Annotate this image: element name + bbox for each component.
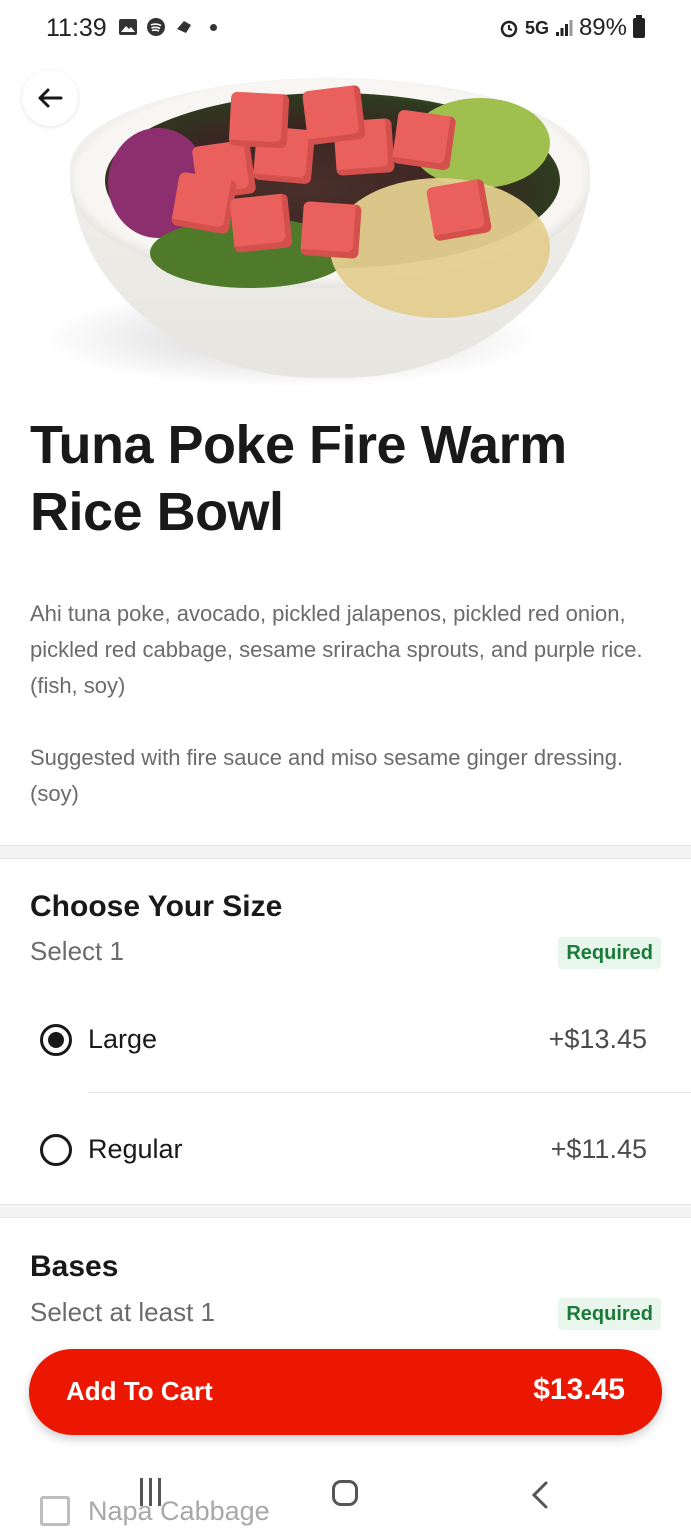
home-icon[interactable] — [332, 1480, 358, 1506]
battery-icon — [633, 15, 645, 38]
section-divider — [0, 845, 691, 859]
network-type: 5G — [524, 17, 549, 38]
tuna-cube — [300, 201, 362, 259]
required-badge: Required — [558, 937, 661, 969]
product-title: Tuna Poke Fire Warm Rice Bowl — [30, 415, 567, 542]
alarm-icon — [500, 20, 518, 38]
size-section-subtitle: Select 1 — [30, 936, 124, 966]
tuna-cube — [425, 178, 493, 242]
section-divider — [0, 1204, 691, 1218]
option-price: +$13.45 — [548, 1024, 647, 1054]
napa-cabbage-checkbox[interactable] — [40, 1496, 70, 1526]
description-paragraph: Ahi tuna poke, avocado, pickled jalapeno… — [30, 601, 643, 698]
size-section-title: Choose Your Size — [30, 890, 283, 923]
recent-apps-icon[interactable] — [140, 1478, 168, 1506]
option-price: +$11.45 — [550, 1134, 647, 1164]
product-image — [0, 58, 691, 390]
option-label: Regular — [88, 1134, 183, 1164]
tuna-cube — [228, 91, 290, 149]
status-bar: 11:39 5G 89% — [0, 0, 691, 58]
add-to-cart-label: Add To Cart — [66, 1376, 213, 1406]
tuna-cube — [391, 109, 457, 171]
product-description: Ahi tuna poke, avocado, pickled jalapeno… — [30, 596, 660, 812]
cart-total-price: $13.45 — [533, 1373, 625, 1406]
status-time: 11:39 — [46, 14, 107, 42]
required-badge: Required — [558, 1298, 661, 1330]
chevron-left-icon[interactable] — [530, 1480, 550, 1510]
option-label: Large — [88, 1024, 158, 1054]
description-paragraph: Suggested with fire sauce and miso sesam… — [30, 745, 624, 806]
row-separator — [88, 1092, 691, 1093]
spotify-icon — [147, 18, 165, 36]
size-option-regular[interactable]: Regular +$11.45 — [0, 1098, 691, 1206]
tuna-cube — [170, 171, 238, 235]
system-nav-bar: Napa Cabbage — [0, 1450, 691, 1536]
radio-button[interactable] — [40, 1134, 72, 1166]
bases-section-subtitle: Select at least 1 — [30, 1297, 215, 1327]
signal-icon — [555, 20, 573, 36]
radio-button-selected[interactable] — [40, 1024, 72, 1056]
tuna-cube — [229, 193, 293, 253]
add-to-cart-button[interactable]: Add To Cart $13.45 — [29, 1349, 662, 1435]
app-notification-icon — [177, 21, 191, 33]
status-system-icons: 5G 89% — [499, 14, 645, 42]
bases-section-title: Bases — [30, 1250, 119, 1283]
tuna-cube — [301, 84, 367, 146]
back-button[interactable] — [22, 70, 78, 126]
size-option-large[interactable]: Large +$13.45 — [0, 988, 691, 1096]
battery-percent: 89% — [578, 14, 627, 41]
more-notifications-icon — [210, 23, 217, 31]
option-label: Napa Cabbage — [88, 1496, 270, 1526]
arrow-left-icon — [38, 88, 63, 108]
gallery-icon — [119, 19, 137, 35]
status-notification-icons — [118, 17, 217, 37]
